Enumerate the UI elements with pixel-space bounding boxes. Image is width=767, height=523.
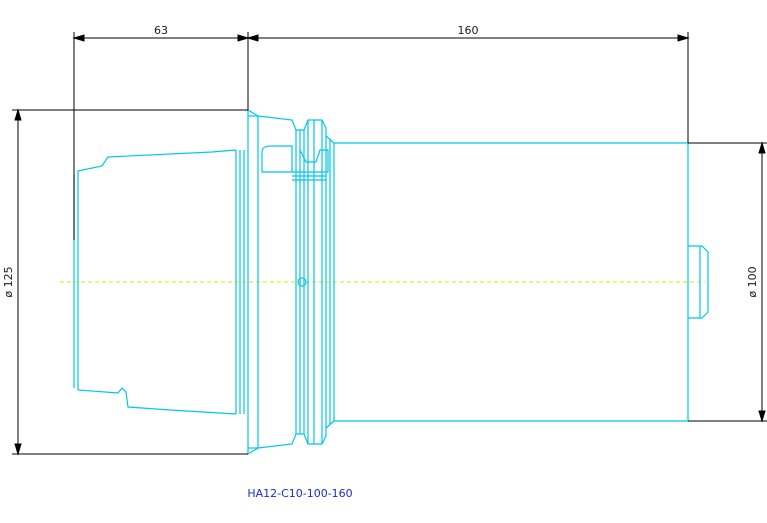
part-number-label: HA12-C10-100-160 xyxy=(247,487,352,500)
dimension-diameter-100: ø 100 xyxy=(746,266,759,297)
dimension-63: 63 xyxy=(154,24,168,37)
dimension-diameter-125: ø 125 xyxy=(2,266,15,297)
taper-profile xyxy=(77,149,237,415)
body xyxy=(325,135,689,429)
technical-drawing: 63 160 ø 125 ø 100 HA12-C10-100-160 xyxy=(2,24,767,500)
dimension-160: 160 xyxy=(458,24,479,37)
